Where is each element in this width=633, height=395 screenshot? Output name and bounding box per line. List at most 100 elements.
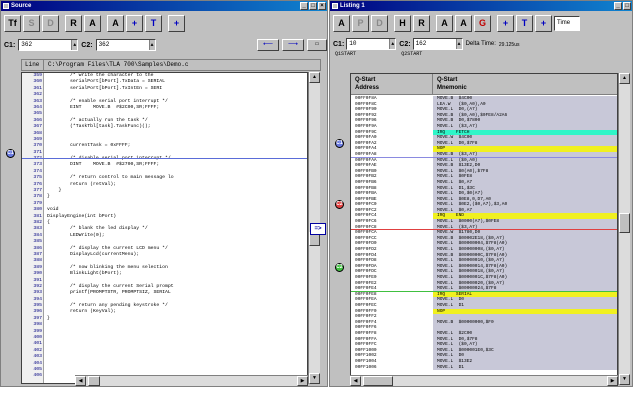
source-tool-0-button[interactable]: Tf [4, 14, 21, 32]
source-code: return (KeyVal); [47, 309, 117, 315]
source-tool-5-button[interactable]: A [107, 14, 124, 32]
cursor2-field[interactable]: 162 ▲ [412, 38, 463, 50]
address-column-header[interactable]: Q-Start Address [351, 74, 433, 94]
scroll-left-arrow[interactable]: ◀ [350, 376, 361, 386]
scroll-down-arrow[interactable]: ▼ [619, 374, 630, 385]
trace-address: 00FF0FE4 [355, 286, 377, 292]
source-tool-1-button[interactable]: S [23, 14, 40, 32]
trace-row[interactable]: 00FF1006 MOVE.L D1 [351, 364, 617, 371]
trace-address: 00FF0FA8 [355, 151, 377, 157]
cursor1-field[interactable]: 10 ▲ [346, 38, 397, 50]
minimize-button[interactable]: _ [614, 2, 622, 10]
scroll-up-arrow[interactable]: ▲ [309, 72, 320, 83]
source-title-bar[interactable]: Source _ □ × [1, 1, 327, 11]
listing-tool-4-button[interactable]: R [413, 14, 430, 32]
next-cursor-button[interactable]: ⟶ [282, 39, 304, 51]
listing-tool-7-button[interactable]: G [474, 14, 491, 32]
cursor-marker-left[interactable]: C1 [6, 149, 15, 158]
trace-mnemonic: MOVE.L ($3,A7) [433, 224, 617, 230]
cursor2-spinner[interactable]: ▲ [148, 40, 155, 50]
line-column-header: Line [22, 60, 44, 70]
source-tool-7-button[interactable]: T [145, 14, 162, 32]
cursor1-sub: Q1START [335, 51, 357, 57]
scroll-thumb[interactable] [619, 213, 630, 233]
source-code: EINT MOVE.B #$2C00,SR;FFFF; [47, 104, 160, 110]
listing-title-bar[interactable]: Listing 1 _ □ [330, 1, 632, 11]
prev-cursor-button[interactable]: ⟵ [257, 39, 279, 51]
cursor2-spinner[interactable]: ▲ [455, 39, 462, 49]
scroll-up-arrow[interactable]: ▲ [619, 73, 630, 84]
window-icon [3, 3, 9, 9]
listing-title: Listing 1 [340, 3, 365, 9]
cursor1-field[interactable]: 362 ▲ [18, 39, 79, 51]
hscroll-thumb[interactable] [363, 376, 393, 386]
source-lines: 359 /* write the character to the 360 ser… [22, 73, 307, 380]
source-tool-8-button[interactable]: + [168, 14, 185, 32]
listing-tool-0-button[interactable]: A [333, 14, 350, 32]
source-horizontal-scrollbar[interactable]: ◀ ▶ [75, 375, 308, 386]
source-header: Line C:\Program Files\TLA 700\Samples\De… [21, 59, 321, 71]
window-controls: _ □ [614, 2, 631, 10]
listing-tool-9-button[interactable]: T [516, 14, 533, 32]
listing-horizontal-scrollbar[interactable]: ◀ ▶ [350, 375, 618, 386]
source-window[interactable]: Source _ □ × Tf S D R A A + T + C1: 362 ▲ C2: 36… [0, 0, 328, 387]
listing-tool-6-button[interactable]: A [455, 14, 472, 32]
hscroll-thumb[interactable] [88, 376, 100, 386]
source-tool-4-button[interactable]: A [84, 14, 101, 32]
cursor2-label: C2: [81, 41, 93, 49]
maximize-button[interactable]: □ [309, 2, 317, 10]
cursor1-value: 362 [21, 41, 33, 48]
source-tool-6-button[interactable]: + [126, 14, 143, 32]
link-arrow-icon: => [310, 223, 326, 235]
zoom-button[interactable]: ▭ [307, 39, 327, 51]
cursor1-spinner[interactable]: ▲ [389, 39, 396, 49]
cursor2-value: 162 [415, 40, 427, 47]
source-code-view[interactable]: 359 /* write the character to the 360 ser… [21, 72, 308, 384]
cursor2-sub: Q2START [401, 51, 423, 57]
close-button[interactable]: × [318, 2, 326, 10]
cursor2-field[interactable]: 362 ▲ [95, 39, 156, 51]
mnemonic-header-2: Mnemonic [437, 85, 467, 91]
minimize-button[interactable]: _ [300, 2, 308, 10]
mnemonic-column-header[interactable]: Q-Start Mnemonic [433, 74, 617, 94]
cursor-marker-2[interactable]: C2 [335, 200, 344, 209]
listing-toolbar: A P D H R A A G + T + Time [330, 12, 632, 34]
listing-tool-8-button[interactable]: + [497, 14, 514, 32]
source-code: printf(PROMPTSTR, PROMPTSIZ, SERIAL [47, 290, 171, 296]
source-tool-2-button[interactable]: D [42, 14, 59, 32]
cursor-marker-1[interactable]: C1 [335, 139, 344, 148]
trace-mnemonic: MOVE.L D1 [433, 364, 617, 371]
cursor-line [22, 158, 307, 159]
scroll-down-arrow[interactable]: ▼ [309, 373, 320, 384]
listing-window[interactable]: Listing 1 _ □ A P D H R A A G + T + Time C1: 10 ▲ Q… [329, 0, 633, 387]
source-code: (*TaskTbl[task].TaskFunc)(); [47, 124, 151, 130]
cursor1-label: C1: [4, 41, 16, 49]
delta-time-value: 29.125us [498, 42, 520, 48]
cursor2-value: 362 [98, 41, 110, 48]
source-toolbar: Tf S D R A A + T + [1, 12, 327, 34]
time-field[interactable]: Time [554, 15, 580, 31]
trace-listing[interactable]: Q-Start Address Q-Start Mnemonic 00FF0F8… [350, 73, 618, 385]
trace-address: 00FF0FC8 [355, 224, 377, 230]
source-code [44, 373, 47, 379]
listing-tool-1-button[interactable]: P [352, 14, 369, 32]
source-code: BlinkLight(bPort); [47, 271, 122, 277]
source-code: DisplayLcd(currentMenu); [47, 251, 140, 257]
scroll-left-arrow[interactable]: ◀ [75, 376, 86, 386]
cursor-marker-3[interactable]: C2 [335, 263, 344, 272]
maximize-button[interactable]: □ [623, 2, 631, 10]
listing-cursor-bar: C1: 10 ▲ Q1START C2: 162 ▲ Q2START Delta… [330, 36, 632, 62]
listing-marker-gutter: C1 C2 C2 [330, 73, 349, 385]
scroll-right-arrow[interactable]: ▶ [607, 376, 618, 386]
listing-tool-5-button[interactable]: A [436, 14, 453, 32]
cursor1-spinner[interactable]: ▲ [71, 40, 78, 50]
listing-tool-2-button[interactable]: D [371, 14, 388, 32]
listing-tool-3-button[interactable]: H [394, 14, 411, 32]
trace-mnemonic: MOVE.L $00000024,$7F8 [433, 286, 617, 291]
listing-tool-10-button[interactable]: + [535, 14, 552, 32]
window-icon [332, 3, 338, 9]
source-tool-3-button[interactable]: R [65, 14, 82, 32]
scroll-right-arrow[interactable]: ▶ [297, 376, 308, 386]
source-code: serialPort[bPort].TxIntEn = SERI [47, 85, 163, 91]
listing-vertical-scrollbar[interactable]: ▲ ▼ [618, 73, 630, 385]
